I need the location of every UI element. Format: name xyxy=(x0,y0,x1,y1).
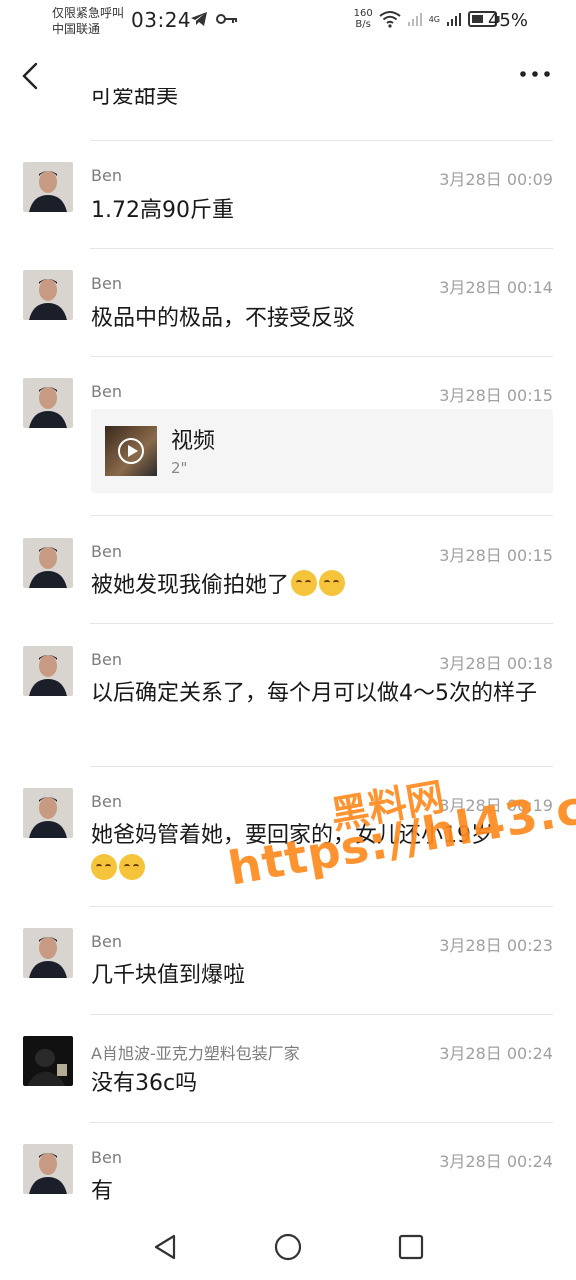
sender-name: Ben xyxy=(91,166,122,185)
message-text: 几千块值到爆啦 xyxy=(91,963,246,988)
avatar[interactable] xyxy=(23,1036,73,1086)
message-time: 3月28日 00:24 xyxy=(439,1044,553,1063)
net-speed-unit: B/s xyxy=(355,19,371,30)
avatar[interactable] xyxy=(23,1144,73,1194)
more-options-button[interactable] xyxy=(518,62,552,86)
divider xyxy=(90,1122,553,1123)
sender-name: Ben xyxy=(91,1148,122,1167)
divider xyxy=(90,515,553,516)
avatar[interactable] xyxy=(23,928,73,978)
notification-icons xyxy=(190,11,238,27)
divider xyxy=(90,356,553,357)
avatar[interactable] xyxy=(23,538,73,588)
carrier-emergency-text: 仅限紧急呼叫 xyxy=(52,6,125,20)
avatar-image xyxy=(23,538,73,588)
system-navigation-bar xyxy=(0,1210,576,1280)
message-text: 被她发现我偷拍她了 xyxy=(91,573,290,598)
net-speed-value: 160 xyxy=(353,8,373,19)
message-time: 3月28日 00:15 xyxy=(439,386,553,405)
crying-face-emoji-icon xyxy=(91,854,117,880)
avatar-image xyxy=(23,1144,73,1194)
message-time: 3月28日 00:18 xyxy=(439,654,553,673)
more-dots-icon xyxy=(520,71,550,77)
back-button[interactable] xyxy=(14,58,46,94)
avatar[interactable] xyxy=(23,270,73,320)
nav-recents-button[interactable] xyxy=(396,1232,426,1262)
video-duration: 2" xyxy=(171,459,188,477)
chevron-left-icon xyxy=(22,62,38,90)
crying-face-emoji-icon xyxy=(291,570,318,596)
message-text: 以后确定关系了，每个月可以做4～5次的样子 xyxy=(91,681,537,706)
sender-name: Ben xyxy=(91,274,122,293)
message-time: 3月28日 00:23 xyxy=(439,936,553,955)
divider xyxy=(90,248,553,249)
net-speed: 160 B/s xyxy=(354,8,373,30)
nav-back-button[interactable] xyxy=(150,1232,180,1262)
video-title: 视频 xyxy=(171,429,216,454)
carrier-info: 仅限紧急呼叫 中国联通 xyxy=(52,5,124,37)
message-text: 1.72高90斤重 xyxy=(91,198,234,223)
message-time: 3月28日 00:15 xyxy=(439,546,553,565)
message-time: 3月28日 00:24 xyxy=(439,1152,553,1171)
signal-off-icon xyxy=(407,13,422,26)
message-text: 极品中的极品，不接受反驳 xyxy=(91,306,356,331)
status-bar: 仅限紧急呼叫 中国联通 03:24 160 B/s 4G 45% xyxy=(0,0,576,44)
chat-header xyxy=(0,44,576,108)
avatar[interactable] xyxy=(23,788,73,838)
wifi-icon xyxy=(379,11,401,28)
message-time: 3月28日 00:09 xyxy=(439,170,553,189)
avatar-image xyxy=(23,162,73,212)
crying-face-emoji-icon xyxy=(319,570,346,596)
play-icon xyxy=(118,438,144,464)
telegram-icon xyxy=(191,12,207,26)
message-body: 被她发现我偷拍她了 xyxy=(91,569,551,603)
signal-icon xyxy=(447,13,461,26)
circle-home-icon xyxy=(274,1233,302,1261)
avatar-image xyxy=(23,788,73,838)
avatar[interactable] xyxy=(23,378,73,428)
sender-name: Ben xyxy=(91,932,122,951)
clock: 03:24 xyxy=(131,8,192,32)
square-recents-icon xyxy=(398,1234,424,1260)
avatar-image xyxy=(23,1036,73,1086)
triangle-back-icon xyxy=(154,1234,176,1260)
nav-home-button[interactable] xyxy=(273,1232,303,1262)
sender-name: Ben xyxy=(91,792,122,811)
sender-name: A肖旭波-亚克力塑料包装厂家 xyxy=(91,1044,300,1063)
status-icons: 160 B/s 4G xyxy=(354,8,500,30)
sender-name: Ben xyxy=(91,542,122,561)
divider xyxy=(90,906,553,907)
avatar-image xyxy=(23,270,73,320)
message-text: 有 xyxy=(91,1179,114,1204)
message-time: 3月28日 00:14 xyxy=(439,278,553,297)
avatar[interactable] xyxy=(23,646,73,696)
video-card[interactable]: 视频 2" xyxy=(91,409,553,493)
network-type-label: 4G xyxy=(428,14,440,24)
carrier-name: 中国联通 xyxy=(52,22,101,36)
avatar-image xyxy=(23,646,73,696)
divider xyxy=(90,140,553,141)
avatar-image xyxy=(23,378,73,428)
divider xyxy=(90,623,553,624)
sender-name: Ben xyxy=(91,650,122,669)
crying-face-emoji-icon xyxy=(119,854,145,880)
partial-message-text: 可爱甜美 xyxy=(90,88,178,112)
divider xyxy=(90,1014,553,1015)
divider xyxy=(90,766,553,767)
message-text: 没有36c吗 xyxy=(91,1071,198,1096)
key-icon xyxy=(216,14,237,24)
video-thumbnail xyxy=(105,426,157,476)
avatar[interactable] xyxy=(23,162,73,212)
avatar-image xyxy=(23,928,73,978)
partial-message-content: 可爱甜美 xyxy=(90,88,179,109)
sender-name: Ben xyxy=(91,382,122,401)
battery-percent: 45% xyxy=(487,10,528,31)
